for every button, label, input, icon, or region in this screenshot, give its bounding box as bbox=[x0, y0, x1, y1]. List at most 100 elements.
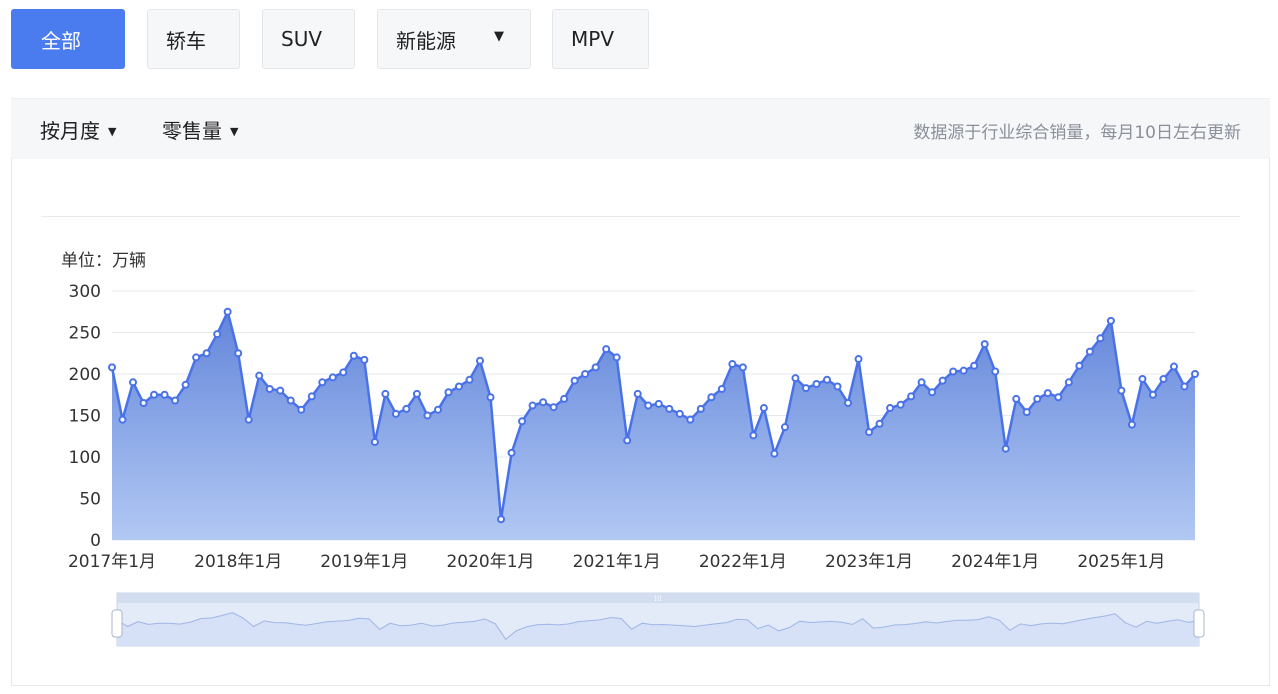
zoom-handle-right[interactable] bbox=[1193, 609, 1205, 638]
data-point[interactable] bbox=[991, 367, 1000, 376]
data-point[interactable] bbox=[970, 361, 979, 370]
data-point[interactable] bbox=[801, 384, 810, 393]
data-point[interactable] bbox=[381, 389, 390, 398]
data-point[interactable] bbox=[150, 390, 159, 399]
data-point[interactable] bbox=[591, 363, 600, 372]
data-point[interactable] bbox=[518, 417, 527, 426]
data-point[interactable] bbox=[328, 373, 337, 382]
data-point[interactable] bbox=[454, 382, 463, 391]
data-point[interactable] bbox=[1075, 361, 1084, 370]
data-point[interactable] bbox=[759, 404, 768, 413]
data-point[interactable] bbox=[234, 349, 243, 358]
data-point[interactable] bbox=[812, 379, 821, 388]
data-point[interactable] bbox=[875, 419, 884, 428]
data-point[interactable] bbox=[360, 355, 369, 364]
data-point[interactable] bbox=[1117, 386, 1126, 395]
data-point[interactable] bbox=[1043, 389, 1052, 398]
data-point[interactable] bbox=[665, 404, 674, 413]
data-point[interactable] bbox=[160, 390, 169, 399]
data-point[interactable] bbox=[1127, 420, 1136, 429]
data-point[interactable] bbox=[192, 353, 201, 362]
data-point[interactable] bbox=[1085, 347, 1094, 356]
data-point[interactable] bbox=[833, 382, 842, 391]
data-point[interactable] bbox=[623, 436, 632, 445]
data-point[interactable] bbox=[307, 392, 316, 401]
data-point[interactable] bbox=[581, 370, 590, 378]
data-point[interactable] bbox=[907, 392, 916, 401]
data-point[interactable] bbox=[728, 360, 737, 369]
data-point[interactable] bbox=[276, 386, 285, 395]
data-point[interactable] bbox=[854, 355, 863, 364]
data-point[interactable] bbox=[1138, 374, 1147, 383]
data-point[interactable] bbox=[980, 340, 989, 349]
data-point[interactable] bbox=[1191, 370, 1199, 378]
data-point[interactable] bbox=[370, 438, 379, 447]
data-point[interactable] bbox=[644, 401, 653, 410]
data-point[interactable] bbox=[423, 411, 432, 420]
data-point[interactable] bbox=[886, 404, 895, 413]
data-point[interactable] bbox=[391, 409, 400, 418]
zoom-handle-left[interactable] bbox=[111, 609, 123, 638]
data-point[interactable] bbox=[539, 398, 548, 407]
data-point[interactable] bbox=[1012, 394, 1021, 403]
data-point[interactable] bbox=[202, 349, 211, 358]
data-point[interactable] bbox=[696, 404, 705, 413]
data-point[interactable] bbox=[497, 515, 506, 524]
data-point[interactable] bbox=[139, 399, 148, 408]
data-point[interactable] bbox=[129, 378, 138, 387]
data-zoom-slider[interactable]: ⁞⁞⁞ bbox=[111, 592, 1205, 647]
data-point[interactable] bbox=[1159, 374, 1168, 383]
data-point[interactable] bbox=[507, 448, 516, 457]
data-point[interactable] bbox=[612, 353, 621, 362]
data-point[interactable] bbox=[928, 388, 937, 397]
data-point[interactable] bbox=[686, 415, 695, 424]
data-point[interactable] bbox=[844, 399, 853, 408]
data-point[interactable] bbox=[938, 376, 947, 385]
data-point[interactable] bbox=[707, 393, 716, 402]
data-point[interactable] bbox=[822, 375, 831, 384]
data-point[interactable] bbox=[570, 376, 579, 385]
data-point[interactable] bbox=[865, 428, 874, 437]
data-point[interactable] bbox=[1001, 444, 1010, 453]
data-point[interactable] bbox=[181, 380, 190, 389]
data-point[interactable] bbox=[108, 363, 116, 372]
data-point[interactable] bbox=[286, 396, 295, 405]
data-point[interactable] bbox=[791, 374, 800, 383]
data-point[interactable] bbox=[1169, 362, 1178, 371]
data-point[interactable] bbox=[213, 330, 222, 339]
data-point[interactable] bbox=[433, 405, 442, 414]
data-point[interactable] bbox=[476, 356, 485, 365]
data-point[interactable] bbox=[1064, 378, 1073, 387]
data-point[interactable] bbox=[770, 449, 779, 458]
data-point[interactable] bbox=[465, 375, 474, 384]
data-point[interactable] bbox=[1180, 382, 1189, 391]
data-point[interactable] bbox=[265, 384, 274, 393]
data-point[interactable] bbox=[297, 405, 306, 414]
data-point[interactable] bbox=[444, 388, 453, 397]
data-point[interactable] bbox=[1106, 316, 1115, 325]
data-point[interactable] bbox=[717, 384, 726, 393]
data-point[interactable] bbox=[749, 431, 758, 440]
data-point[interactable] bbox=[255, 371, 264, 380]
data-point[interactable] bbox=[1033, 394, 1042, 403]
data-point[interactable] bbox=[528, 401, 537, 410]
data-point[interactable] bbox=[959, 366, 968, 375]
data-point[interactable] bbox=[349, 351, 358, 360]
data-point[interactable] bbox=[244, 415, 253, 424]
data-point[interactable] bbox=[1096, 334, 1105, 343]
data-point[interactable] bbox=[896, 400, 905, 409]
data-point[interactable] bbox=[1148, 390, 1157, 399]
data-point[interactable] bbox=[318, 378, 327, 387]
data-point[interactable] bbox=[949, 367, 958, 376]
data-point[interactable] bbox=[675, 409, 684, 418]
data-point[interactable] bbox=[1022, 408, 1031, 417]
data-point[interactable] bbox=[171, 396, 180, 405]
data-point[interactable] bbox=[780, 423, 789, 432]
data-point[interactable] bbox=[339, 368, 348, 377]
data-point[interactable] bbox=[223, 307, 232, 316]
data-point[interactable] bbox=[402, 404, 411, 413]
data-point[interactable] bbox=[486, 393, 495, 402]
data-point[interactable] bbox=[633, 389, 642, 398]
data-point[interactable] bbox=[560, 394, 569, 403]
data-point[interactable] bbox=[738, 363, 747, 372]
